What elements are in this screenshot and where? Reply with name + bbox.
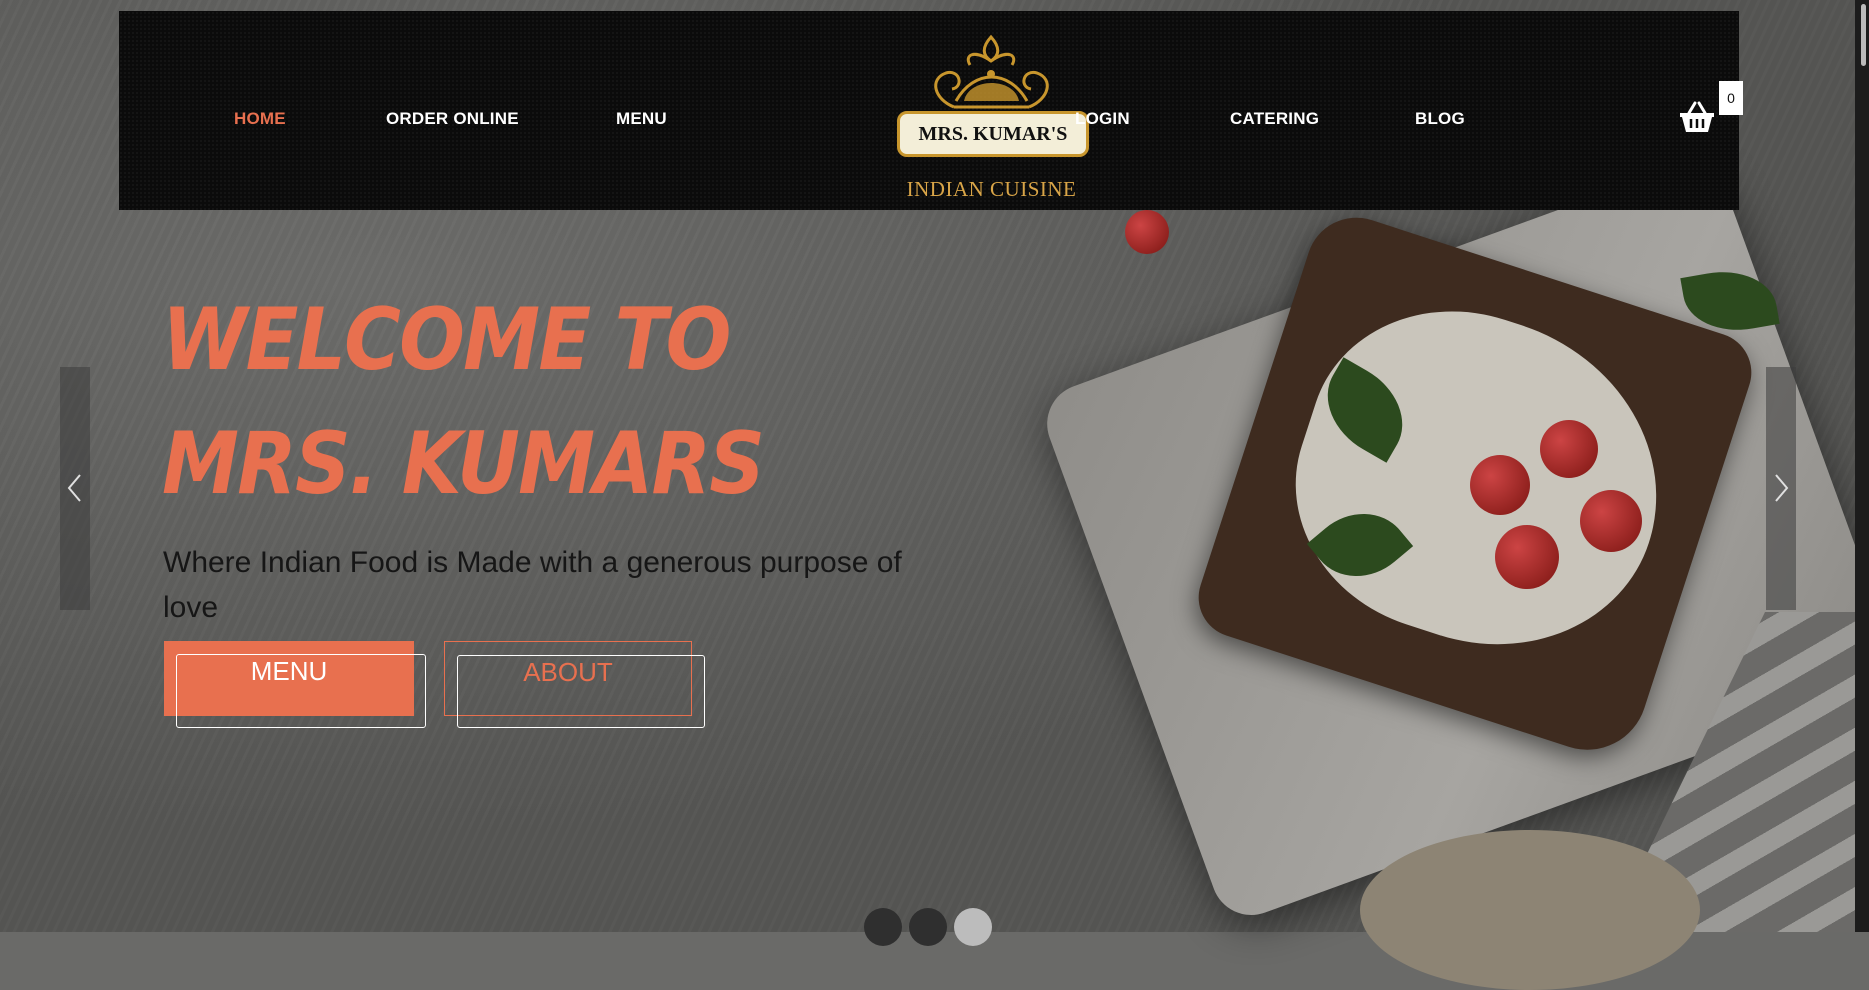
- menu-button[interactable]: MENU: [164, 641, 414, 716]
- chevron-left-icon: [67, 474, 81, 502]
- nav-login[interactable]: LOGIN: [1075, 109, 1130, 129]
- chevron-right-icon: [1775, 474, 1789, 502]
- tomato-image: [1125, 210, 1169, 254]
- page-scrollbar[interactable]: [1855, 0, 1869, 932]
- nav-order-online[interactable]: ORDER ONLINE: [386, 109, 519, 129]
- carousel-dot-1[interactable]: [864, 908, 902, 946]
- hero-subtitle: Where Indian Food is Made with a generou…: [163, 546, 902, 624]
- carousel-dot-3[interactable]: [954, 908, 992, 946]
- tomato-image: [1540, 420, 1598, 478]
- carousel-prev-button[interactable]: [60, 367, 90, 610]
- tomato-image: [1495, 525, 1559, 589]
- crest-icon: [934, 34, 1049, 109]
- tomato-image: [1580, 490, 1642, 552]
- seed-bowl-image: [1360, 830, 1700, 990]
- nav-blog[interactable]: BLOG: [1415, 109, 1465, 129]
- carousel-dot-2[interactable]: [909, 908, 947, 946]
- nav-catering[interactable]: CATERING: [1230, 109, 1319, 129]
- scrollbar-thumb[interactable]: [1861, 4, 1866, 66]
- about-button[interactable]: ABOUT: [444, 641, 692, 716]
- carousel-next-button[interactable]: [1766, 367, 1796, 610]
- logo-subtitle: INDIAN CUISINE: [906, 177, 1077, 201]
- hero-title: WELCOME TO MRS. KUMARS: [162, 290, 765, 514]
- basket-icon[interactable]: [1679, 101, 1715, 133]
- site-logo[interactable]: MRS. KUMAR'S INDIAN CUISINE: [894, 29, 1089, 201]
- cart-count-badge: 0: [1719, 81, 1743, 115]
- tomato-image: [1470, 455, 1530, 515]
- logo-name: MRS. KUMAR'S: [897, 111, 1089, 157]
- nav-home[interactable]: HOME: [234, 109, 286, 129]
- site-header: HOME ORDER ONLINE MENU MRS. KUMAR'S INDI…: [119, 11, 1743, 210]
- nav-menu[interactable]: MENU: [616, 109, 667, 129]
